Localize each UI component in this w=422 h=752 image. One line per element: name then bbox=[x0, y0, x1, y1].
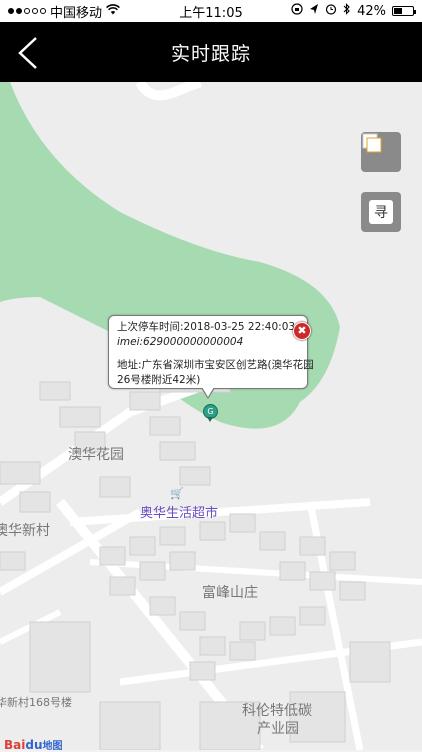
popup-tail bbox=[201, 387, 215, 399]
wifi-icon bbox=[106, 4, 120, 18]
nav-bar: 实时跟踪 bbox=[0, 22, 422, 82]
back-arrow-icon bbox=[18, 37, 37, 69]
close-icon[interactable]: ✖ bbox=[293, 322, 311, 340]
map-label-kelunte-2: 产业园 bbox=[257, 721, 299, 737]
rotation-lock-icon bbox=[291, 3, 303, 19]
search-label: 寻 bbox=[369, 200, 393, 224]
layers-icon bbox=[362, 133, 393, 164]
bluetooth-icon bbox=[343, 3, 351, 19]
map-label-aohua-village: 澳华新村 bbox=[0, 523, 50, 539]
status-bar: 中国移动 上午11:05 42% bbox=[0, 0, 422, 22]
popup-imei: imei:629000000000004 bbox=[117, 336, 244, 348]
search-device-button[interactable]: 寻 bbox=[361, 192, 401, 232]
battery-fill bbox=[394, 8, 402, 14]
page-title: 实时跟踪 bbox=[170, 42, 251, 65]
popup-address: 地址:广东省深圳市宝安区创艺路(澳华花园 bbox=[117, 359, 314, 371]
layers-button[interactable] bbox=[361, 132, 401, 172]
back-button[interactable] bbox=[14, 36, 44, 70]
status-right: 42% bbox=[291, 3, 416, 19]
location-icon bbox=[309, 3, 319, 19]
map-label-village-168: 华新村168号楼 bbox=[0, 696, 72, 709]
status-left: 中国移动 bbox=[8, 2, 120, 21]
map-label-kelunte: 科伦特低碳 bbox=[242, 703, 312, 719]
map-label-supermarket: 奥华生活超市 bbox=[140, 506, 219, 521]
battery-percent: 42% bbox=[357, 3, 386, 19]
map-view[interactable]: 澳华花园 🛒 奥华生活超市 澳华新村 富峰山庄 科伦特低碳 产业园 华新村168… bbox=[0, 82, 422, 750]
vehicle-marker[interactable]: G bbox=[203, 404, 218, 422]
battery-icon bbox=[392, 6, 416, 16]
carrier-label: 中国移动 bbox=[50, 5, 103, 21]
map-label-aohua-garden: 澳华花园 bbox=[68, 447, 124, 463]
map-label-fufeng: 富峰山庄 bbox=[202, 585, 258, 601]
signal-icon bbox=[8, 8, 46, 14]
alarm-icon bbox=[325, 3, 337, 19]
info-popup: 上次停车时间:2018-03-25 22:40:03 imei:62900000… bbox=[108, 315, 314, 399]
supermarket-icon: 🛒 bbox=[170, 487, 184, 500]
popup-address-2: 26号楼附近42米) bbox=[117, 374, 201, 386]
popup-park-time: 上次停车时间:2018-03-25 22:40:03 bbox=[117, 321, 296, 333]
